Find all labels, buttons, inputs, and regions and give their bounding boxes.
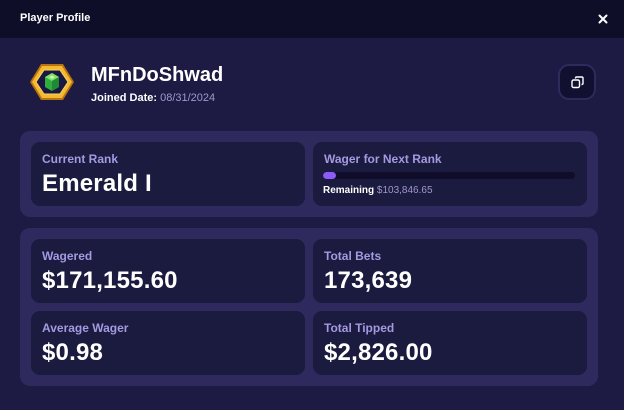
next-rank-progress-fill [323, 172, 336, 179]
stat-card-total-tipped: Total Tipped $2,826.00 [313, 311, 587, 375]
next-rank-progress-bar [323, 172, 575, 179]
stat-value: $0.98 [42, 339, 104, 366]
modal-title: Player Profile [20, 12, 91, 24]
stat-label: Total Tipped [324, 321, 395, 335]
stat-value: $171,155.60 [42, 267, 178, 294]
stat-label: Wagered [42, 249, 93, 263]
username: MFnDoShwad [91, 64, 224, 86]
remaining-value: $103,846.65 [376, 185, 433, 196]
stat-value: 173,639 [324, 267, 413, 294]
current-rank-label: Current Rank [42, 152, 119, 166]
stat-card-total-bets: Total Bets 173,639 [313, 239, 587, 303]
stats-panel: Wagered $171,155.60 Total Bets 173,639 A… [20, 228, 598, 386]
player-profile-modal: Player Profile MFnDoShwad Joined Date: 0… [0, 0, 624, 410]
stat-card-average-wager: Average Wager $0.98 [31, 311, 305, 375]
remaining-row: Remaining $103,846.65 [323, 185, 433, 196]
close-button[interactable] [592, 8, 614, 30]
copy-button[interactable] [558, 64, 596, 100]
current-rank-value: Emerald I [42, 170, 152, 197]
copy-icon [570, 75, 584, 88]
next-rank-label: Wager for Next Rank [324, 152, 442, 166]
remaining-label: Remaining [323, 185, 375, 196]
close-icon [598, 14, 608, 24]
modal-header: Player Profile [0, 0, 624, 38]
current-rank-card: Current Rank Emerald I [31, 142, 305, 206]
stat-value: $2,826.00 [324, 339, 433, 366]
rank-badge-avatar [28, 62, 76, 102]
emerald-rank-badge-icon [30, 64, 74, 100]
stat-label: Total Bets [324, 249, 382, 263]
stat-label: Average Wager [42, 321, 129, 335]
joined-date-row: Joined Date: 08/31/2024 [91, 92, 215, 104]
rank-panel: Current Rank Emerald I Wager for Next Ra… [20, 131, 598, 217]
joined-date-label: Joined Date: [91, 92, 158, 104]
joined-date-value: 08/31/2024 [160, 92, 216, 104]
next-rank-card: Wager for Next Rank Remaining $103,846.6… [313, 142, 587, 206]
stat-card-wagered: Wagered $171,155.60 [31, 239, 305, 303]
